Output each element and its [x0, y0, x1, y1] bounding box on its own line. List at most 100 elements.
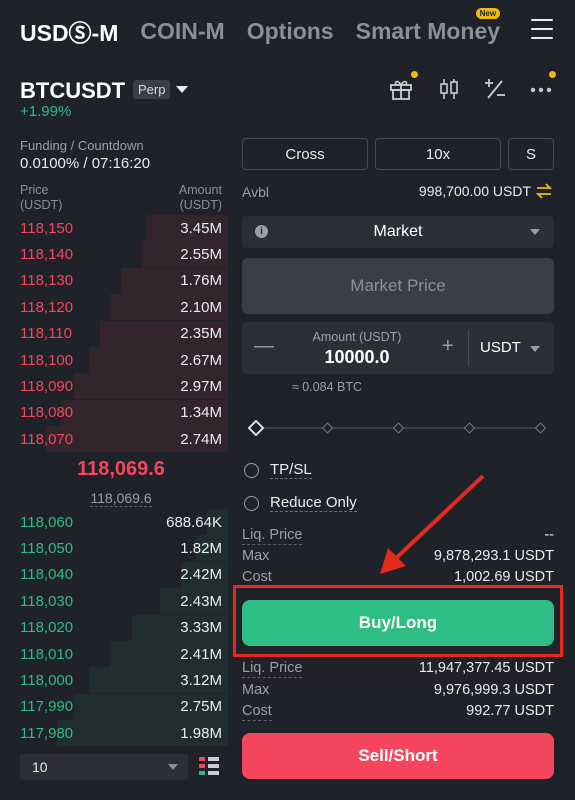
amount-unit-select[interactable]: USDT — [480, 339, 521, 356]
liq-price-label[interactable]: Liq. Price — [242, 660, 303, 678]
order-type-label: Market — [373, 223, 423, 240]
bid-amount: 1.82M — [180, 539, 222, 557]
bid-amount: 1.98M — [180, 724, 222, 742]
tab-options[interactable]: Options — [247, 18, 334, 45]
bid-amount: 688.64K — [166, 513, 222, 531]
tpsl-checkbox[interactable]: TP/SL — [244, 461, 312, 479]
depth-select-value: 10 — [32, 759, 48, 775]
tab-smart-money[interactable]: Smart Money New — [355, 7, 501, 45]
order-type-select[interactable]: i Market — [242, 216, 554, 248]
calculator-icon[interactable] — [482, 76, 508, 102]
ask-amount: 1.34M — [180, 404, 222, 422]
plus-icon[interactable]: + — [442, 335, 454, 358]
tab-usds-m[interactable]: USDⓈ-M — [20, 14, 118, 48]
candlestick-icon[interactable] — [436, 76, 462, 102]
ask-row[interactable]: 118,080 1.34M — [14, 399, 228, 426]
bid-row[interactable]: 118,040 2.42M — [14, 561, 228, 588]
bid-price: 117,990 — [20, 698, 74, 716]
amount-label: Amount (USDT) — [312, 330, 402, 344]
max-label: Max — [242, 682, 270, 698]
cost-label: Cost — [242, 569, 272, 585]
bid-row[interactable]: 117,990 2.75M — [14, 693, 228, 720]
available-label: Avbl — [242, 184, 269, 200]
sell-max-row: Max 9,976,999.3 USDT — [242, 682, 554, 699]
tab-coin-m[interactable]: COIN-M — [140, 18, 224, 45]
ask-row[interactable]: 118,130 1.76M — [14, 267, 228, 294]
bid-row[interactable]: 118,000 3.12M — [14, 667, 228, 694]
bid-row[interactable]: 118,060 688.64K — [14, 509, 228, 535]
ask-row[interactable]: 118,120 2.10M — [14, 294, 228, 321]
bid-amount: 2.42M — [180, 566, 222, 584]
bid-row[interactable]: 117,980 1.98M — [14, 720, 228, 747]
new-badge: New — [475, 7, 501, 19]
gift-icon[interactable] — [388, 76, 414, 102]
bid-price: 118,030 — [20, 592, 74, 610]
leverage-button[interactable]: 10x — [375, 138, 501, 170]
price-change: +1.99% — [20, 103, 72, 120]
ask-row[interactable]: 118,150 3.45M — [14, 215, 228, 241]
perp-badge: Perp — [133, 80, 171, 99]
bid-row[interactable]: 118,020 3.33M — [14, 614, 228, 641]
hamburger-menu-icon[interactable] — [531, 19, 553, 39]
sell-liq-row: Liq. Price 11,947,377.45 USDT — [242, 660, 554, 678]
depth-select[interactable]: 10 — [20, 754, 188, 780]
max-value: 9,976,999.3 USDT — [433, 682, 554, 698]
ask-amount: 2.74M — [180, 430, 222, 448]
annotation-arrow-icon — [380, 474, 485, 574]
ask-price: 118,120 — [20, 298, 74, 316]
tab-smart-money-label: Smart Money — [355, 17, 501, 44]
bid-price: 118,010 — [20, 645, 74, 663]
radio-icon — [244, 495, 259, 511]
price-input[interactable]: Market Price — [242, 258, 554, 314]
liq-price-value: 11,947,377.45 USDT — [418, 660, 554, 676]
symbol-dropdown-icon[interactable] — [176, 86, 188, 93]
sell-short-button[interactable]: Sell/Short — [242, 733, 554, 779]
ask-row[interactable]: 118,110 2.35M — [14, 320, 228, 347]
ask-row[interactable]: 118,090 2.97M — [14, 373, 228, 400]
ask-row[interactable]: 118,070 2.74M — [14, 426, 228, 453]
bid-price: 118,050 — [20, 539, 74, 557]
position-mode-button[interactable]: S — [508, 138, 554, 170]
amount-slider[interactable] — [248, 420, 548, 436]
book-layout-icon[interactable] — [198, 755, 220, 777]
amount-btc-equivalent: ≈ 0.084 BTC — [291, 380, 363, 394]
bid-amount: 2.43M — [180, 592, 222, 610]
reduce-only-checkbox[interactable]: Reduce Only — [244, 494, 357, 512]
amount-input[interactable]: 10000.0 — [282, 347, 432, 368]
margin-mode-button[interactable]: Cross — [242, 138, 368, 170]
bid-row[interactable]: 118,010 2.41M — [14, 641, 228, 667]
bid-price: 118,040 — [20, 566, 74, 584]
ask-amount: 2.67M — [180, 351, 222, 369]
bid-amount: 2.75M — [180, 698, 222, 716]
mark-price: 118,069.6 — [90, 490, 152, 507]
highlight-box — [233, 585, 563, 657]
ask-price: 118,150 — [20, 219, 74, 237]
radio-icon — [244, 462, 259, 478]
bid-amount: 3.12M — [180, 671, 222, 689]
amount-input-group: — Amount (USDT) 10000.0 + USDT — [242, 322, 554, 374]
ask-price: 118,110 — [20, 325, 72, 343]
ask-row[interactable]: 118,100 2.67M — [14, 347, 228, 373]
bid-price: 118,060 — [20, 513, 74, 531]
bid-row[interactable]: 118,030 2.43M — [14, 588, 228, 615]
ask-price: 118,090 — [20, 377, 74, 395]
bid-row[interactable]: 118,050 1.82M — [14, 535, 228, 562]
ask-price: 118,100 — [20, 351, 74, 369]
ask-amount: 3.45M — [180, 219, 222, 237]
liq-price-label[interactable]: Liq. Price — [242, 527, 303, 545]
available-value: 998,700.00 USDT — [418, 183, 531, 199]
ask-row[interactable]: 118,140 2.55M — [14, 241, 228, 268]
amount-header: Amount (USDT) — [178, 183, 222, 212]
ask-price: 118,140 — [20, 245, 74, 263]
last-price[interactable]: 118,069.6 — [0, 458, 242, 481]
minus-icon[interactable]: — — [254, 335, 274, 358]
ask-amount: 2.97M — [180, 377, 222, 395]
funding-label[interactable]: Funding / Countdown — [20, 138, 144, 153]
divider — [468, 330, 469, 366]
symbol-name[interactable]: BTCUSDT — [20, 78, 125, 104]
max-label: Max — [242, 548, 270, 564]
transfer-icon[interactable] — [535, 182, 553, 200]
more-icon[interactable] — [528, 76, 554, 102]
ask-amount: 2.10M — [180, 298, 222, 316]
bid-price: 117,980 — [20, 724, 74, 742]
